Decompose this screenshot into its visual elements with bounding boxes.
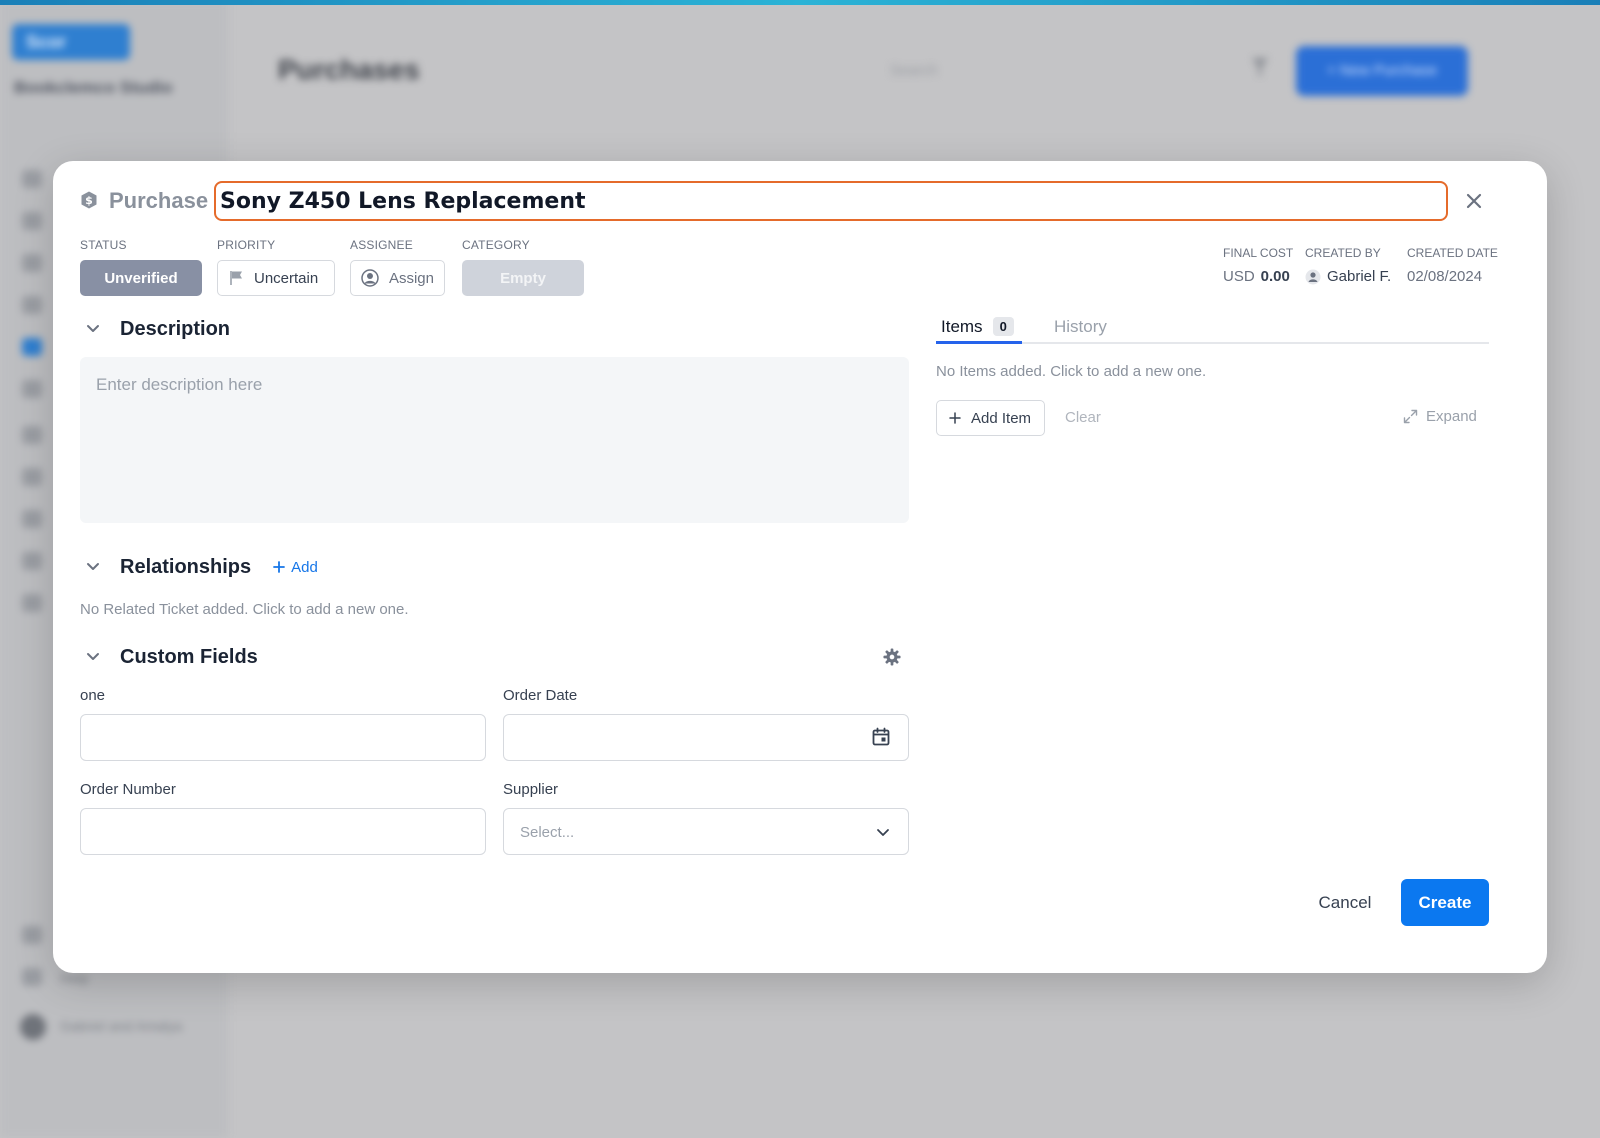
description-title: Description [120, 317, 231, 340]
nav-icon [22, 468, 42, 486]
assignee-value: Assign [388, 269, 434, 287]
workspace-name: Bookclemco Studio [14, 78, 173, 97]
created-by-value: Gabriel F. [1327, 268, 1392, 285]
created-date-label: CREATED DATE [1407, 246, 1498, 260]
active-tab-indicator [936, 341, 1022, 344]
items-count-badge: 0 [992, 317, 1014, 336]
nav-icon [22, 552, 42, 570]
status-pill[interactable]: Unverified [80, 260, 202, 296]
order-number-input[interactable] [80, 808, 486, 855]
top-progress-line [0, 0, 1600, 5]
category-label: CATEGORY [462, 238, 530, 252]
add-relationship-label: Add [291, 558, 318, 576]
category-pill[interactable]: Empty [462, 260, 584, 296]
cancel-button[interactable]: Cancel [1305, 879, 1385, 926]
description-header: Description [80, 316, 230, 342]
purchase-icon: $ [81, 191, 97, 209]
final-cost-label: FINAL COST [1223, 246, 1294, 260]
relationships-title: Relationships [120, 555, 252, 578]
tab-history[interactable]: History [1054, 311, 1107, 342]
order-number-label: Order Number [80, 781, 176, 798]
chevron-down-icon [877, 829, 889, 836]
created-by-value-row: Gabriel F. [1305, 268, 1391, 285]
nav-icon [22, 380, 42, 398]
gear-icon[interactable] [883, 648, 901, 666]
new-purchase-button: + New Purchase [1296, 46, 1468, 96]
nav-icon [22, 170, 42, 188]
plus-icon [273, 561, 286, 573]
clear-button[interactable]: Clear [1065, 409, 1101, 426]
category-field: CATEGORY Empty [462, 238, 584, 296]
priority-value: Uncertain [254, 269, 319, 287]
chevron-down-icon[interactable] [80, 554, 106, 580]
plus-icon [949, 412, 961, 424]
created-by-label: CREATED BY [1305, 246, 1381, 260]
priority-label: PRIORITY [217, 238, 276, 252]
nav-icon [22, 510, 42, 528]
title-input[interactable] [214, 181, 1448, 221]
items-tabs: Items 0 History [936, 311, 1489, 344]
tab-items[interactable]: Items 0 [941, 311, 1014, 342]
priority-field: PRIORITY Uncertain [217, 238, 335, 296]
priority-pill[interactable]: Uncertain [217, 260, 335, 296]
tab-items-label: Items [941, 316, 983, 336]
record-type-label: Purchase [109, 188, 209, 213]
field-one-label: one [80, 687, 106, 704]
supplier-label: Supplier [503, 781, 559, 798]
nav-icon [22, 426, 42, 444]
assignee-label: ASSIGNEE [350, 238, 413, 252]
custom-fields-header: Custom Fields [80, 644, 258, 670]
flag-icon [230, 271, 242, 285]
expand-icon [1403, 409, 1418, 424]
assignee-field: ASSIGNEE Assign [350, 238, 445, 296]
final-cost-value: 0.00 [1260, 268, 1290, 285]
calendar-icon[interactable] [871, 727, 891, 747]
svg-text:$: $ [85, 194, 93, 207]
app-logo: Scor [12, 24, 130, 60]
nav-icon-active [22, 338, 42, 356]
user-avatar [20, 1014, 46, 1040]
final-cost-value-row: USD 0.00 [1223, 268, 1293, 285]
relationships-header: Relationships Add [80, 554, 318, 580]
help-icon [22, 968, 42, 986]
chevron-down-icon[interactable] [80, 644, 106, 670]
add-relationship-button[interactable]: Add [273, 559, 318, 576]
status-field: STATUS Unverified [80, 238, 202, 296]
supplier-placeholder: Select... [520, 824, 575, 841]
created-date: CREATED DATE 02/08/2024 [1407, 246, 1498, 285]
add-item-button[interactable]: Add Item [936, 400, 1045, 436]
chevron-down-icon[interactable] [80, 316, 106, 342]
nav-icon [22, 296, 42, 314]
user-icon [361, 269, 379, 287]
relationships-empty-text[interactable]: No Related Ticket added. Click to add a … [80, 601, 409, 618]
nav-icon [22, 212, 42, 230]
user-name: Gabriel and Amalya [60, 1018, 183, 1034]
nav-icon [22, 254, 42, 272]
order-date-label: Order Date [503, 687, 578, 704]
assign-button[interactable]: Assign [350, 260, 445, 296]
nav-icon [22, 926, 42, 944]
nav-icon [22, 594, 42, 612]
add-item-label: Add Item [971, 409, 1032, 427]
filter-icon [1252, 58, 1268, 76]
purchase-modal: $ Purchase STATUS Unverified PRIORITY Un… [53, 161, 1547, 973]
custom-fields-title: Custom Fields [120, 645, 258, 668]
field-one-input[interactable] [80, 714, 486, 761]
created-date-value: 02/08/2024 [1407, 268, 1483, 285]
order-date-input[interactable] [503, 714, 909, 761]
avatar-icon [1305, 269, 1321, 284]
expand-label: Expand [1426, 408, 1477, 425]
create-button[interactable]: Create [1401, 879, 1489, 926]
modal-header: $ Purchase [80, 181, 1520, 221]
search-input: Search [890, 62, 938, 79]
items-empty-text[interactable]: No Items added. Click to add a new one. [936, 363, 1206, 380]
close-icon[interactable] [1462, 189, 1486, 213]
created-by: CREATED BY Gabriel F. [1305, 246, 1391, 285]
page-title: Purchases [278, 54, 420, 85]
currency: USD [1223, 268, 1255, 285]
final-cost: FINAL COST USD 0.00 [1223, 246, 1293, 285]
status-label: STATUS [80, 238, 127, 252]
expand-button[interactable]: Expand [1403, 408, 1477, 425]
description-input[interactable] [80, 357, 909, 523]
